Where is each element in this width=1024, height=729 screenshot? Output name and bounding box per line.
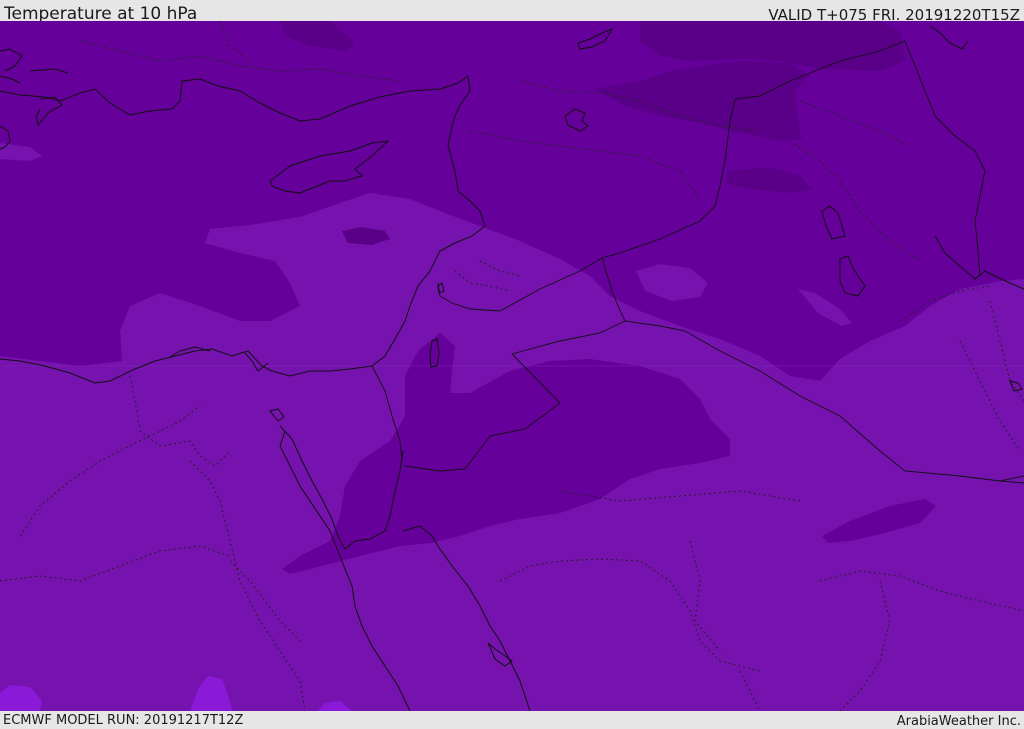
map-canvas bbox=[0, 21, 1024, 711]
map-svg bbox=[0, 21, 1024, 711]
header-bar: Temperature at 10 hPa VALID T+075 FRI. 2… bbox=[0, 0, 1024, 24]
model-run-label: ECMWF MODEL RUN: 20191217T12Z bbox=[3, 713, 244, 728]
credit-label: ArabiaWeather Inc. bbox=[896, 714, 1021, 729]
map-figure: Temperature at 10 hPa VALID T+075 FRI. 2… bbox=[0, 0, 1024, 729]
footer-bar: ECMWF MODEL RUN: 20191217T12Z ArabiaWeat… bbox=[0, 711, 1024, 729]
